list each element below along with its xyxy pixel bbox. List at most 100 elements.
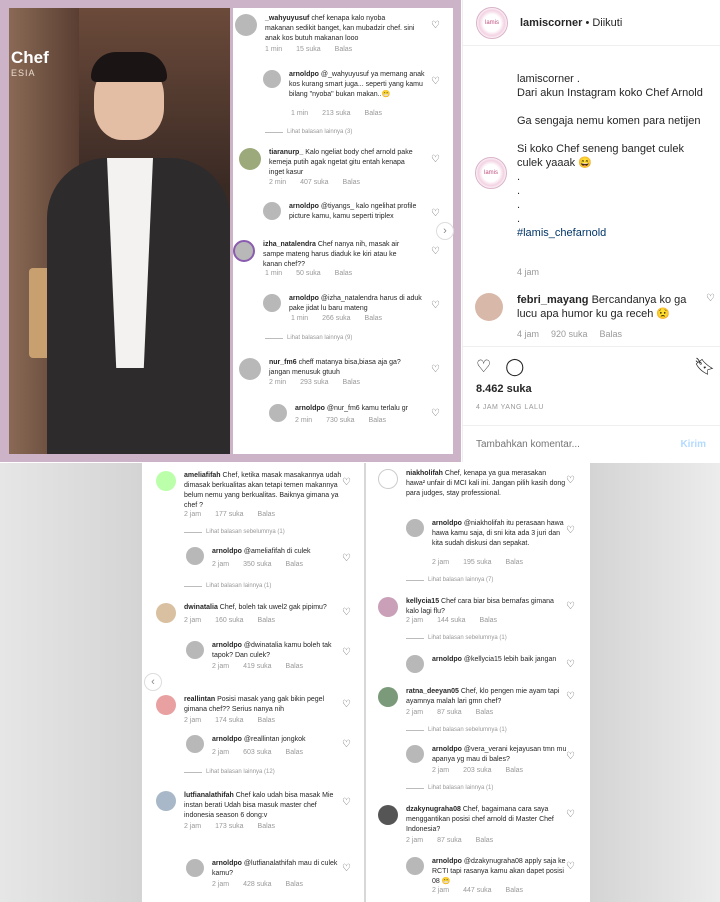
comment-likes[interactable]: 87 suka xyxy=(437,709,462,716)
view-replies-label[interactable]: Lihat balasan lainnya (9) xyxy=(287,335,352,341)
reply-button[interactable]: Balas xyxy=(335,270,353,277)
avatar[interactable] xyxy=(406,655,424,673)
heart-icon[interactable]: ♡ xyxy=(431,364,440,375)
heart-icon[interactable]: ♡ xyxy=(342,607,351,618)
comment-likes[interactable]: 213 suka xyxy=(322,110,350,117)
reply-button[interactable]: Balas xyxy=(258,617,276,624)
reply-button[interactable]: Balas xyxy=(286,663,304,670)
reply-button[interactable]: Balas xyxy=(286,749,304,756)
comment-username[interactable]: arnoldpo xyxy=(432,520,462,527)
avatar[interactable] xyxy=(156,695,176,715)
comment-bubble-icon[interactable]: ◯ xyxy=(505,357,524,377)
avatar[interactable] xyxy=(378,597,398,617)
comment-username[interactable]: dzakynugraha08 xyxy=(406,806,461,813)
comment-username[interactable]: arnoldpo xyxy=(212,860,242,867)
reply-button[interactable]: Balas xyxy=(506,887,524,894)
avatar[interactable] xyxy=(186,859,204,877)
comment-likes[interactable]: 419 suka xyxy=(243,663,271,670)
reply-button[interactable]: Balas xyxy=(480,617,498,624)
heart-icon[interactable]: ♡ xyxy=(342,477,351,488)
avatar[interactable] xyxy=(406,519,424,537)
comment-likes[interactable]: 195 suka xyxy=(463,559,491,566)
comment-likes[interactable]: 87 suka xyxy=(437,837,462,844)
avatar[interactable] xyxy=(156,471,176,491)
avatar[interactable] xyxy=(406,745,424,763)
reply-button[interactable]: Balas xyxy=(258,717,276,724)
heart-icon[interactable]: ♡ xyxy=(566,475,575,486)
avatar[interactable] xyxy=(263,70,281,88)
bookmark-icon[interactable]: 🔖︎ xyxy=(694,357,716,377)
comment-username[interactable]: arnoldpo xyxy=(212,642,242,649)
heart-icon[interactable]: ♡ xyxy=(566,809,575,820)
avatar[interactable] xyxy=(378,469,398,489)
comment-username[interactable]: arnoldpo xyxy=(432,656,462,663)
avatar[interactable] xyxy=(239,148,261,170)
comment-username[interactable]: lutfianalathifah xyxy=(184,792,234,799)
comment-username[interactable]: ratna_deeyan05 xyxy=(406,688,459,695)
comment-username[interactable]: arnoldpo xyxy=(432,858,462,865)
comment-username[interactable]: izha_natalendra xyxy=(263,241,316,248)
reply-button[interactable]: Balas xyxy=(369,417,387,424)
avatar[interactable] xyxy=(233,240,255,262)
view-replies-link[interactable]: Lihat balasan lainnya (9) xyxy=(265,335,352,341)
avatar[interactable] xyxy=(406,857,424,875)
reply-button[interactable]: Balas xyxy=(476,709,494,716)
account-name[interactable]: lamiscorner xyxy=(520,17,582,29)
next-arrow-icon[interactable]: › xyxy=(436,222,454,240)
heart-icon[interactable]: ♡ xyxy=(342,797,351,808)
heart-icon[interactable]: ♡ xyxy=(566,601,575,612)
comment-likes[interactable]: 293 suka xyxy=(300,379,328,386)
comment-likes[interactable]: 603 suka xyxy=(243,749,271,756)
reply-button[interactable]: Balas xyxy=(286,881,304,888)
comment-likes[interactable]: 15 suka xyxy=(296,46,321,53)
heart-icon[interactable]: ♡ xyxy=(566,751,575,762)
avatar[interactable] xyxy=(263,294,281,312)
reply-button[interactable]: Balas xyxy=(600,327,623,341)
comment-likes[interactable]: 160 suka xyxy=(215,617,243,624)
comment-likes[interactable]: 428 suka xyxy=(243,881,271,888)
view-replies-link[interactable]: Lihat balasan lainnya (1) xyxy=(184,583,271,589)
comment-likes[interactable]: 177 suka xyxy=(215,511,243,518)
reply-button[interactable]: Balas xyxy=(286,561,304,568)
reply-button[interactable]: Balas xyxy=(343,179,361,186)
view-replies-link[interactable]: Lihat balasan lainnya (3) xyxy=(265,129,352,135)
view-replies-link[interactable]: Lihat balasan sebelumnya (1) xyxy=(406,635,507,641)
heart-icon[interactable]: ♡ xyxy=(431,154,440,165)
avatar[interactable] xyxy=(186,641,204,659)
comment-username[interactable]: febri_mayang xyxy=(517,294,589,306)
follow-status[interactable]: • Diikuti xyxy=(585,17,622,29)
like-count[interactable]: 8.462 suka xyxy=(476,383,532,395)
heart-icon[interactable]: ♡ xyxy=(342,699,351,710)
comment-likes[interactable]: 173 suka xyxy=(215,823,243,830)
heart-icon[interactable]: ♡ xyxy=(566,691,575,702)
comment-username[interactable]: niakholifah xyxy=(406,470,443,477)
reply-button[interactable]: Balas xyxy=(476,837,494,844)
comment-likes[interactable]: 447 suka xyxy=(463,887,491,894)
reply-button[interactable]: Balas xyxy=(506,559,524,566)
avatar[interactable] xyxy=(378,805,398,825)
comment-likes[interactable]: 350 suka xyxy=(243,561,271,568)
avatar[interactable] xyxy=(186,735,204,753)
comment-username[interactable]: _wahyuyusuf xyxy=(265,15,309,22)
post-comment-button[interactable]: Kirim xyxy=(680,439,706,450)
view-replies-link[interactable]: Lihat balasan sebelumnya (1) xyxy=(184,529,285,535)
avatar[interactable] xyxy=(156,791,176,811)
comment-likes[interactable]: 50 suka xyxy=(296,270,321,277)
heart-icon[interactable]: ♡ xyxy=(566,525,575,536)
view-replies-link[interactable]: Lihat balasan lainnya (1) xyxy=(406,785,493,791)
heart-icon[interactable]: ♡ xyxy=(342,553,351,564)
view-replies-label[interactable]: Lihat balasan sebelumnya (1) xyxy=(428,635,507,641)
heart-icon[interactable]: ♡ xyxy=(566,659,575,670)
reply-button[interactable]: Balas xyxy=(258,823,276,830)
caption-avatar[interactable]: lamis xyxy=(475,157,507,189)
prev-arrow-icon[interactable]: ‹ xyxy=(144,673,162,691)
view-replies-label[interactable]: Lihat balasan lainnya (1) xyxy=(206,583,271,589)
reply-button[interactable]: Balas xyxy=(343,379,361,386)
comment-username[interactable]: arnoldpo xyxy=(432,746,462,753)
view-replies-label[interactable]: Lihat balasan lainnya (1) xyxy=(428,785,493,791)
comment-username[interactable]: arnoldpo xyxy=(289,203,319,210)
view-replies-label[interactable]: Lihat balasan sebelumnya (1) xyxy=(206,529,285,535)
avatar[interactable] xyxy=(156,603,176,623)
view-replies-link[interactable]: Lihat balasan sebelumnya (1) xyxy=(406,727,507,733)
comment-likes[interactable]: 920 suka xyxy=(551,327,588,341)
